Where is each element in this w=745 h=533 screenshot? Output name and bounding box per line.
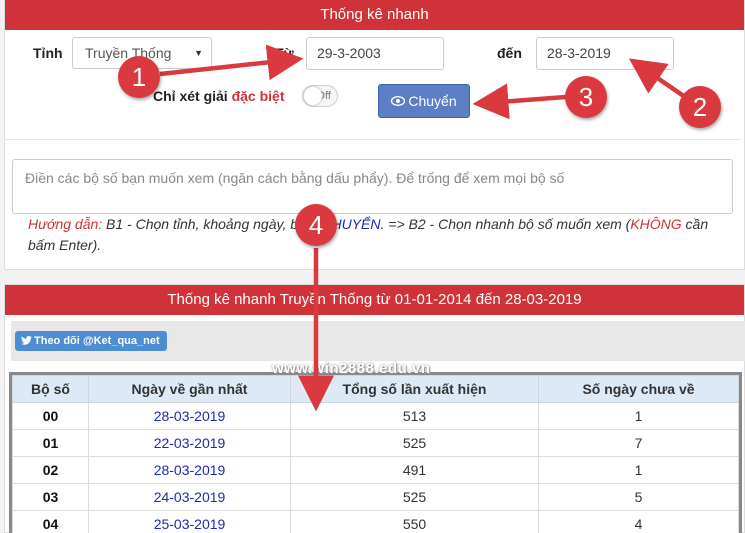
annotation-arrows: [159, 44, 690, 412]
annotation-badge: 4: [295, 204, 337, 246]
arrow-1: [159, 44, 304, 81]
page: Thống kê nhanh Tỉnh Truyền Thống ▼ Từ 29…: [0, 0, 745, 533]
arrow-2: [628, 58, 690, 101]
annotation-badge: 1: [118, 56, 160, 98]
annotation-badge: 2: [679, 86, 721, 128]
annotation-badge: 3: [565, 76, 607, 118]
arrow-3: [472, 83, 567, 120]
